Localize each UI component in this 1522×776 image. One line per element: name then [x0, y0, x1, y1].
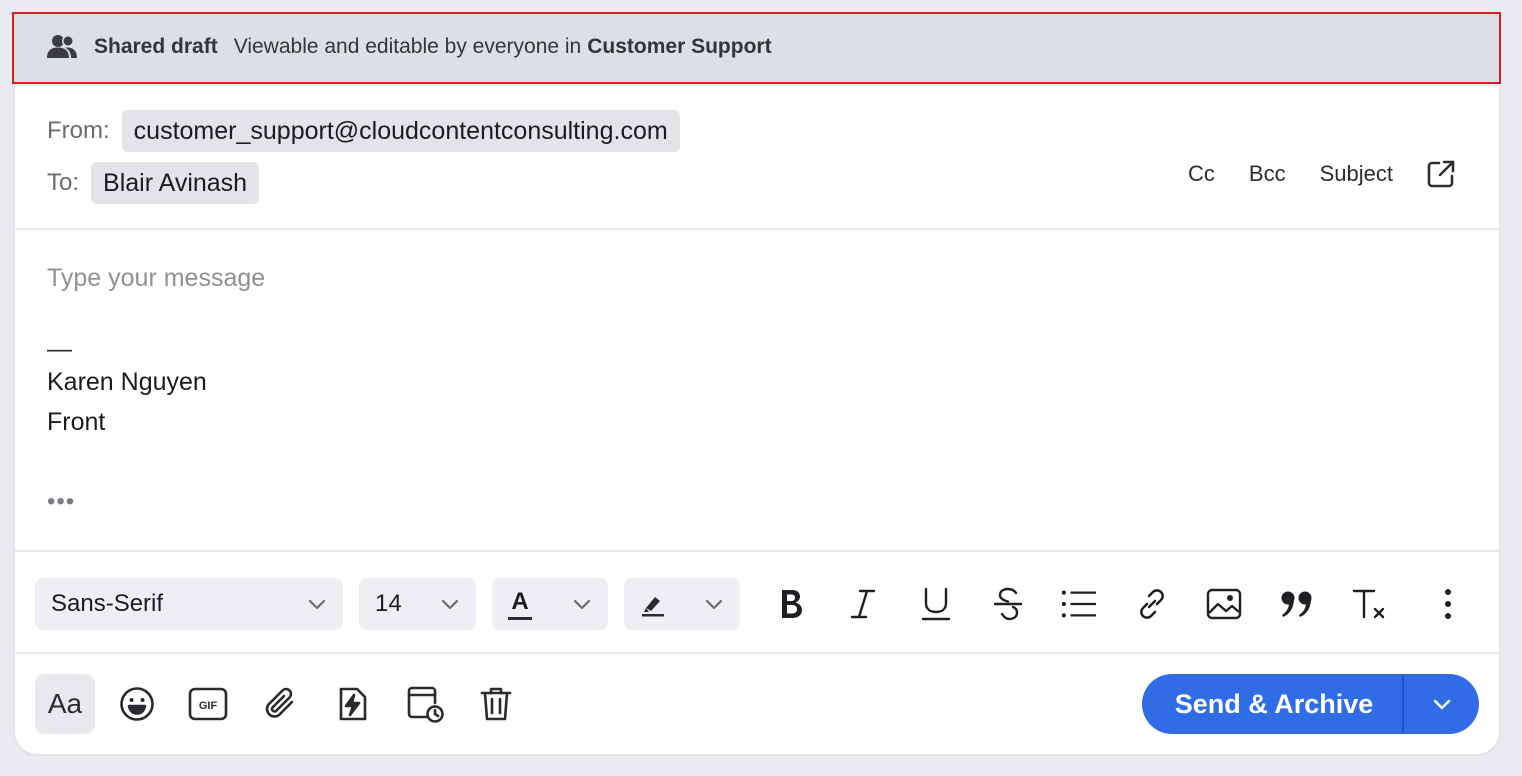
signature-separator: —	[47, 335, 72, 363]
underline-icon[interactable]	[918, 586, 954, 622]
subject-button[interactable]: Subject	[1320, 161, 1393, 187]
format-toggle-label: Aa	[47, 688, 83, 719]
chevron-down-icon	[705, 599, 723, 610]
link-icon[interactable]	[1134, 586, 1170, 622]
shared-draft-banner: Shared draft Viewable and editable by ev…	[12, 12, 1501, 84]
composer: From: customer_support@cloudcontentconsu…	[15, 86, 1499, 754]
message-placeholder: Type your message	[47, 264, 266, 292]
font-family-value: Sans-Serif	[51, 590, 164, 617]
font-size-select[interactable]: 14	[359, 578, 476, 630]
signature: — Karen Nguyen Front	[47, 336, 1447, 442]
message-body[interactable]: Type your message — Karen Nguyen Front	[47, 264, 1447, 442]
users-icon	[46, 33, 80, 61]
italic-icon[interactable]	[845, 586, 881, 622]
from-row: From: customer_support@cloudcontentconsu…	[47, 110, 680, 152]
recipient-chip[interactable]: Blair Avinash	[91, 162, 260, 204]
banner-team-name: Customer Support	[587, 35, 772, 58]
gif-icon[interactable]: GIF	[179, 675, 237, 733]
font-size-value: 14	[375, 590, 402, 617]
image-icon[interactable]	[1206, 586, 1242, 622]
chevron-down-icon	[441, 599, 459, 610]
composer-header: From: customer_support@cloudcontentconsu…	[15, 86, 1499, 230]
font-family-select[interactable]: Sans-Serif	[35, 578, 343, 630]
bottom-bar: Aa GIF Send & Archive	[15, 654, 1499, 754]
format-toggle-button[interactable]: Aa	[35, 674, 95, 734]
send-options-button[interactable]	[1404, 674, 1479, 734]
clear-formatting-icon[interactable]	[1351, 586, 1387, 622]
to-row: To: Blair Avinash	[47, 162, 260, 204]
attachment-icon[interactable]	[251, 675, 309, 733]
bold-icon[interactable]	[773, 586, 809, 622]
chevron-down-icon	[573, 599, 591, 610]
banner-description: Viewable and editable by everyone in	[233, 35, 582, 58]
header-actions: Cc Bcc Subject	[1154, 158, 1457, 190]
more-options-icon[interactable]	[1430, 586, 1466, 622]
quick-action-icon[interactable]	[323, 675, 381, 733]
format-toolbar: Sans-Serif 14 A	[15, 550, 1499, 654]
signature-name: Karen Nguyen	[47, 368, 207, 396]
highlighter-icon	[642, 597, 664, 617]
text-color-select[interactable]: A	[492, 578, 608, 630]
cc-button[interactable]: Cc	[1188, 161, 1215, 187]
text-color-icon: A	[508, 587, 532, 621]
emoji-icon[interactable]	[108, 675, 166, 733]
bulleted-list-icon[interactable]	[1061, 586, 1097, 622]
from-label: From:	[47, 117, 110, 144]
quote-icon[interactable]	[1279, 586, 1315, 622]
schedule-send-icon[interactable]	[396, 675, 454, 733]
text-color-glyph: A	[511, 588, 529, 615]
banner-title: Shared draft	[94, 35, 218, 58]
from-address-chip[interactable]: customer_support@cloudcontentconsulting.…	[121, 110, 680, 152]
svg-text:GIF: GIF	[199, 700, 218, 712]
bcc-button[interactable]: Bcc	[1249, 161, 1286, 187]
to-label: To:	[47, 169, 80, 196]
delete-draft-icon[interactable]	[467, 675, 525, 733]
send-archive-button[interactable]: Send & Archive	[1142, 689, 1402, 720]
highlight-color-select[interactable]	[624, 578, 740, 630]
strikethrough-icon[interactable]	[990, 586, 1026, 622]
send-archive-split-button: Send & Archive	[1142, 674, 1479, 734]
chevron-down-icon	[1433, 699, 1450, 710]
signature-company: Front	[47, 408, 106, 436]
chevron-down-icon	[308, 599, 326, 610]
show-quoted-button[interactable]: •••	[47, 488, 75, 516]
popout-icon[interactable]	[1425, 158, 1457, 190]
